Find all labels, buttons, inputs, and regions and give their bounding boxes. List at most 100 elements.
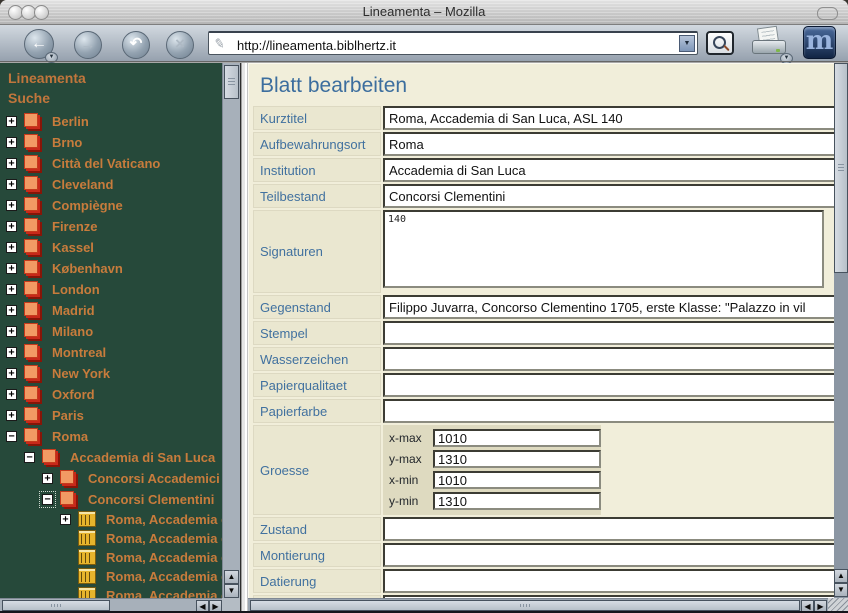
icon-slot bbox=[78, 549, 98, 566]
url-input[interactable] bbox=[235, 36, 669, 54]
size-label-x-max: x-max bbox=[389, 431, 422, 445]
tree-item-label[interactable]: Milano bbox=[52, 324, 93, 339]
tree-item-label[interactable]: Roma, Accademia d bbox=[106, 569, 222, 584]
tree-item-label[interactable]: Roma, Accademia d bbox=[106, 588, 222, 598]
tree-row: + Firenze bbox=[0, 216, 222, 237]
collapse-minus-icon[interactable]: − bbox=[39, 491, 56, 508]
scroll-up-button[interactable]: ▲ bbox=[224, 570, 239, 584]
scroll-up-button[interactable]: ▲ bbox=[834, 569, 848, 583]
expand-plus-icon[interactable]: + bbox=[6, 389, 17, 400]
tree-item-label[interactable]: Oxford bbox=[52, 387, 95, 402]
collapse-minus-icon[interactable]: − bbox=[24, 452, 35, 463]
expand-plus-icon[interactable]: + bbox=[6, 200, 17, 211]
field-label: Gegenstand bbox=[253, 295, 381, 319]
collection-icon bbox=[24, 428, 38, 442]
main-vertical-scrollbar[interactable]: ▲ ▼ bbox=[834, 63, 848, 598]
tree-item-label[interactable]: Concorsi Accademici bbox=[88, 471, 220, 486]
tree-item-label[interactable]: Roma bbox=[52, 429, 88, 444]
tree-item-label[interactable]: Paris bbox=[52, 408, 84, 423]
expand-plus-icon[interactable]: + bbox=[6, 368, 17, 379]
print-button[interactable]: ▼ bbox=[750, 25, 793, 64]
tree-item-label[interactable]: Montreal bbox=[52, 345, 106, 360]
field-input-montierung[interactable] bbox=[383, 543, 834, 567]
reload-button[interactable]: ↶ bbox=[122, 31, 150, 59]
scroll-down-button[interactable]: ▼ bbox=[834, 583, 848, 597]
size-input-y-max[interactable] bbox=[433, 450, 601, 468]
tree-item-label[interactable]: Berlin bbox=[52, 114, 89, 129]
expand-plus-icon[interactable]: + bbox=[6, 242, 17, 253]
tree-item-label[interactable]: Roma, Accademia d bbox=[106, 512, 222, 527]
expand-plus-icon[interactable]: + bbox=[42, 473, 53, 484]
tree-item-label[interactable]: Roma, Accademia d bbox=[106, 531, 222, 546]
expand-plus-icon[interactable]: + bbox=[6, 305, 17, 316]
size-input-y-min[interactable] bbox=[433, 492, 601, 510]
toolbar-collapse-pill[interactable] bbox=[817, 7, 838, 20]
size-input-x-max[interactable] bbox=[433, 429, 601, 447]
url-bar[interactable]: ✎ ▼ bbox=[208, 31, 698, 55]
sidebar-link-lineamenta[interactable]: Lineamenta bbox=[0, 68, 222, 88]
expand-plus-icon[interactable]: + bbox=[60, 514, 71, 525]
back-button[interactable]: ← ▼ bbox=[24, 29, 58, 63]
tree-item-label[interactable]: London bbox=[52, 282, 100, 297]
search-button[interactable] bbox=[706, 31, 734, 55]
main-horizontal-scrollbar[interactable]: ◀ ▶ bbox=[248, 598, 828, 612]
expand-plus-icon[interactable]: + bbox=[6, 221, 17, 232]
field-input-kurztitel[interactable] bbox=[383, 106, 834, 130]
sidebar-horizontal-scrollbar[interactable]: ◀ ▶ bbox=[0, 598, 222, 612]
browser-window: Lineamenta – Mozilla ← ▼ → ↶ × ✎ ▼ ▼ bbox=[0, 0, 848, 613]
expand-plus-icon[interactable]: + bbox=[6, 263, 17, 274]
main-frame: Blatt bearbeiten KurztitelAufbewahrungso… bbox=[248, 63, 848, 612]
scroll-down-button[interactable]: ▼ bbox=[224, 584, 239, 598]
tree-item-label[interactable]: Cleveland bbox=[52, 177, 113, 192]
expand-plus-icon[interactable]: + bbox=[6, 410, 17, 421]
tree-item-label[interactable]: Firenze bbox=[52, 219, 98, 234]
field-input-datierung[interactable] bbox=[383, 569, 834, 593]
tree-item-label[interactable]: Roma, Accademia d bbox=[106, 550, 222, 565]
size-input-x-min[interactable] bbox=[433, 471, 601, 489]
window-resize-grip[interactable] bbox=[828, 598, 848, 612]
field-input-stempel[interactable] bbox=[383, 321, 834, 345]
stop-x-icon: × bbox=[175, 34, 185, 53]
mozilla-logo[interactable]: m bbox=[803, 26, 836, 59]
collection-icon bbox=[42, 449, 56, 463]
field-input-wasserzeichen[interactable] bbox=[383, 347, 834, 371]
tree-item-label[interactable]: New York bbox=[52, 366, 110, 381]
expand-plus-icon[interactable]: + bbox=[6, 347, 17, 358]
field-input-papierfarbe[interactable] bbox=[383, 399, 834, 423]
icon-slot bbox=[24, 176, 44, 193]
url-dropdown-button[interactable]: ▼ bbox=[679, 35, 695, 52]
expand-plus-icon[interactable]: + bbox=[6, 284, 17, 295]
scrollbar-thumb[interactable] bbox=[250, 600, 800, 611]
expand-plus-icon[interactable]: + bbox=[6, 116, 17, 127]
expand-plus-icon[interactable]: + bbox=[6, 326, 17, 337]
field-input-institution[interactable] bbox=[383, 158, 834, 182]
scrollbar-thumb[interactable] bbox=[834, 63, 848, 273]
field-input-aufbewahrungsort[interactable] bbox=[383, 132, 834, 156]
scrollbar-corner bbox=[222, 598, 240, 612]
tree-item-label[interactable]: Madrid bbox=[52, 303, 95, 318]
collection-icon bbox=[24, 176, 38, 190]
tree-item-label[interactable]: København bbox=[52, 261, 123, 276]
tree-item-label[interactable]: Kassel bbox=[52, 240, 94, 255]
tree-item-label[interactable]: Compiègne bbox=[52, 198, 123, 213]
field-input-teilbestand[interactable] bbox=[383, 184, 834, 208]
expand-plus-icon[interactable]: + bbox=[6, 137, 17, 148]
field-input-zustand[interactable] bbox=[383, 517, 834, 541]
title-bar[interactable]: Lineamenta – Mozilla bbox=[0, 0, 848, 25]
stop-button[interactable]: × bbox=[166, 31, 194, 59]
scrollbar-thumb[interactable] bbox=[2, 600, 110, 611]
tree-item-label[interactable]: Brno bbox=[52, 135, 82, 150]
tree-item-label[interactable]: Accademia di San Luca bbox=[70, 450, 215, 465]
collapse-minus-icon[interactable]: − bbox=[6, 431, 17, 442]
scrollbar-thumb[interactable] bbox=[224, 65, 239, 99]
expand-plus-icon[interactable]: + bbox=[6, 179, 17, 190]
forward-button[interactable]: → bbox=[74, 31, 102, 59]
sidebar-link-suche[interactable]: Suche bbox=[0, 88, 222, 108]
sidebar-vertical-scrollbar[interactable]: ▲ ▼ bbox=[222, 63, 240, 598]
tree-item-label[interactable]: Concorsi Clementini bbox=[88, 492, 214, 507]
field-textarea-signaturen[interactable] bbox=[383, 210, 824, 288]
field-input-papierqualitaet[interactable] bbox=[383, 373, 834, 397]
expand-plus-icon[interactable]: + bbox=[6, 158, 17, 169]
field-input-gegenstand[interactable] bbox=[383, 295, 834, 319]
tree-item-label[interactable]: Città del Vaticano bbox=[52, 156, 160, 171]
